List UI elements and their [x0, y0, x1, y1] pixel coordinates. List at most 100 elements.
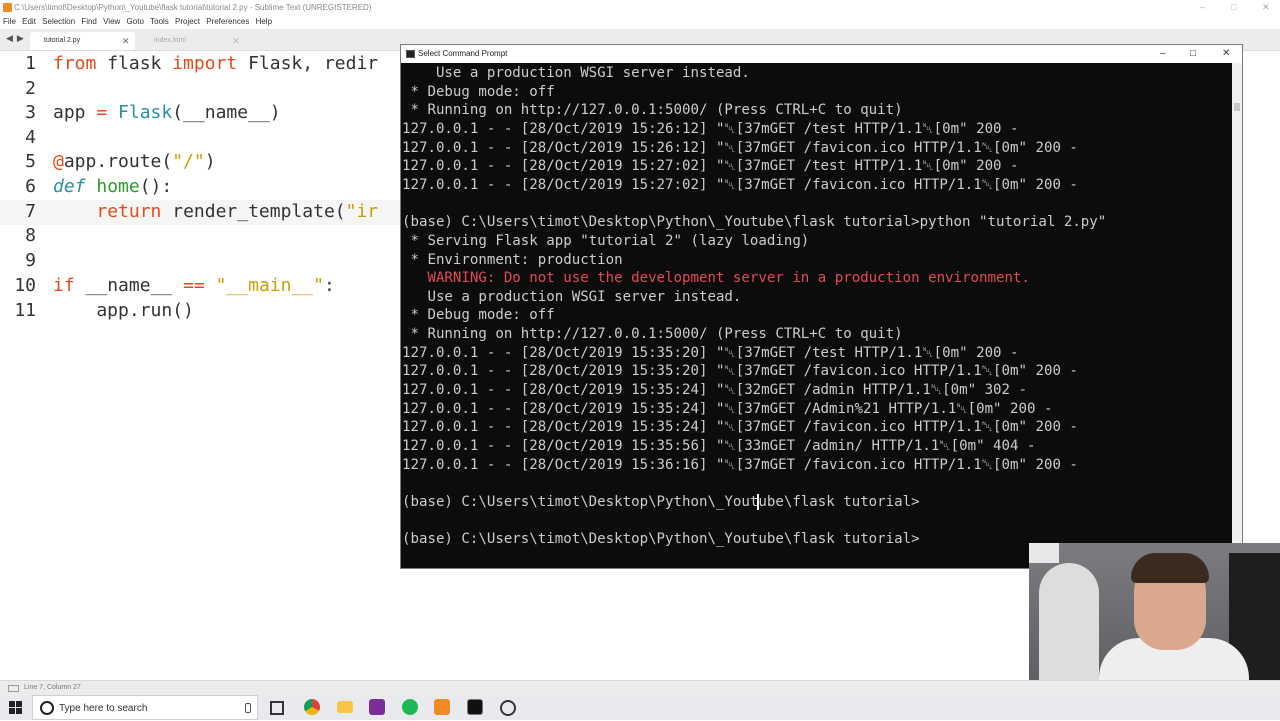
taskbar-search-box[interactable]: Type here to search — [32, 695, 258, 720]
code-line-10: if __name__ == "__main__": — [53, 275, 335, 296]
task-view-icon[interactable] — [270, 701, 284, 715]
cmd-minimize-icon[interactable]: – — [1160, 45, 1166, 63]
menu-view[interactable]: View — [103, 17, 120, 26]
code-line-1: from flask import Flask, redir — [53, 53, 378, 74]
minimize-icon[interactable]: – — [1200, 0, 1205, 15]
tab-index-html[interactable]: index.html ✕ — [140, 32, 245, 50]
code-text: app — [53, 102, 97, 123]
code-text: Flask, redir — [237, 53, 379, 74]
tab-label: index.html — [154, 37, 186, 44]
line-number: 11 — [14, 300, 36, 321]
webcam-overlay — [1029, 543, 1280, 680]
menu-bar: File Edit Selection Find View Goto Tools… — [0, 15, 1280, 29]
status-bar: Line 7, Column 27 — [0, 680, 1280, 695]
menu-selection[interactable]: Selection — [42, 17, 75, 26]
keyword: from — [53, 53, 97, 74]
line-number: 1 — [25, 53, 36, 74]
terminal-line: * Debug mode: off — [402, 83, 555, 100]
maximize-icon[interactable]: □ — [1231, 0, 1236, 15]
terminal-line: 127.0.0.1 - - [28/Oct/2019 15:26:12] "␀[… — [402, 120, 1019, 137]
line-number: 6 — [25, 176, 36, 197]
tab-label: tutorial 2.py — [44, 37, 81, 44]
code-text: : — [323, 275, 335, 296]
string: "/" — [172, 151, 205, 172]
search-placeholder: Type here to search — [59, 703, 148, 714]
terminal-output[interactable]: Use a production WSGI server instead. * … — [401, 63, 1231, 568]
menu-goto[interactable]: Goto — [127, 17, 144, 26]
sublime-icon[interactable] — [434, 699, 450, 715]
line-number: 3 — [25, 102, 36, 123]
menu-find[interactable]: Find — [81, 17, 97, 26]
cmd-close-icon[interactable]: ✕ — [1222, 45, 1230, 63]
terminal-line: * Running on http://127.0.0.1:5000/ (Pre… — [402, 102, 903, 119]
cmd-icon[interactable] — [467, 699, 483, 715]
class-name: Flask — [118, 102, 173, 123]
string: "__main__" — [215, 275, 324, 296]
menu-preferences[interactable]: Preferences — [206, 17, 249, 26]
scrollbar-thumb[interactable] — [1234, 103, 1240, 111]
line-number: 5 — [25, 151, 36, 172]
code-text: flask — [96, 53, 173, 74]
code-line-6: def home(): — [53, 176, 172, 197]
line-number: 10 — [14, 275, 36, 296]
window-title: C:\Users\timot\Desktop\Python\_Youtube\f… — [14, 3, 372, 12]
code-line-7: return render_template("ir — [53, 201, 378, 222]
cmd-title-bar[interactable]: Select Command Prompt – □ ✕ — [401, 45, 1242, 63]
tab-nav-arrows-icon[interactable]: ◀▶ — [6, 33, 28, 44]
function-name: home — [96, 176, 140, 197]
microphone-icon[interactable] — [245, 703, 251, 713]
tab-close-icon[interactable]: ✕ — [122, 32, 130, 50]
operator: == — [183, 275, 205, 296]
code-line-5: @app.route("/") — [53, 151, 216, 172]
obs-icon[interactable] — [500, 700, 516, 716]
code-text: (): — [139, 176, 173, 197]
menu-file[interactable]: File — [3, 17, 16, 26]
code-line-11: app.run() — [53, 300, 194, 321]
keyword: return — [96, 201, 162, 222]
sublime-logo-icon — [3, 3, 12, 12]
code-text: (__name__) — [172, 102, 281, 123]
terminal-line: * Serving Flask app "tutorial 2" (lazy l… — [402, 232, 810, 249]
menu-help[interactable]: Help — [256, 17, 272, 26]
cmd-scrollbar[interactable] — [1232, 63, 1242, 568]
terminal-line: (base) C:\Users\timot\Desktop\Python\_Yo… — [402, 493, 920, 510]
operator: = — [96, 102, 108, 123]
terminal-line: 127.0.0.1 - - [28/Oct/2019 15:35:24] "␀[… — [402, 382, 1027, 399]
tab-close-icon[interactable]: ✕ — [232, 32, 240, 50]
terminal-line: 127.0.0.1 - - [28/Oct/2019 15:27:02] "␀[… — [402, 158, 1019, 175]
cmd-title: Select Command Prompt — [418, 49, 508, 58]
terminal-line: 127.0.0.1 - - [28/Oct/2019 15:35:56] "␀[… — [402, 438, 1036, 454]
windows-start-icon[interactable] — [9, 701, 22, 714]
file-explorer-icon[interactable] — [337, 701, 353, 713]
close-icon[interactable]: ✕ — [1262, 0, 1270, 15]
cortana-icon — [40, 701, 54, 715]
code-text: app.run() — [53, 300, 194, 321]
tab-tutorial-2-py[interactable]: tutorial 2.py ✕ — [30, 32, 135, 50]
cursor-position: Line 7, Column 27 — [24, 684, 81, 691]
menu-project[interactable]: Project — [175, 17, 200, 26]
keyword: if — [53, 275, 75, 296]
panel-toggle-icon[interactable] — [8, 685, 19, 692]
terminal-line: * Running on http://127.0.0.1:5000/ (Pre… — [402, 326, 903, 343]
sublime-title-bar: C:\Users\timot\Desktop\Python\_Youtube\f… — [0, 0, 1280, 15]
command-prompt-window[interactable]: Select Command Prompt – □ ✕ Use a produc… — [400, 44, 1243, 569]
keyword: def — [53, 176, 86, 197]
spotify-icon[interactable] — [402, 699, 418, 715]
menu-edit[interactable]: Edit — [22, 17, 36, 26]
terminal-line: 127.0.0.1 - - [28/Oct/2019 15:27:02] "␀[… — [402, 176, 1078, 193]
chrome-icon[interactable] — [304, 699, 320, 715]
line-number: 9 — [25, 250, 36, 271]
webcam-lamp — [1029, 543, 1059, 563]
code-text: __name__ — [74, 275, 184, 296]
terminal-line: * Debug mode: off — [402, 307, 555, 324]
onenote-icon[interactable] — [369, 699, 385, 715]
terminal-line: (base) C:\Users\timot\Desktop\Python\_Yo… — [402, 531, 920, 548]
menu-tools[interactable]: Tools — [150, 17, 169, 26]
terminal-line: Use a production WSGI server instead. — [402, 65, 750, 81]
terminal-line: 127.0.0.1 - - [28/Oct/2019 15:35:24] "␀[… — [402, 400, 1053, 417]
terminal-line: 127.0.0.1 - - [28/Oct/2019 15:36:16] "␀[… — [402, 456, 1078, 473]
cmd-maximize-icon[interactable]: □ — [1190, 45, 1196, 63]
